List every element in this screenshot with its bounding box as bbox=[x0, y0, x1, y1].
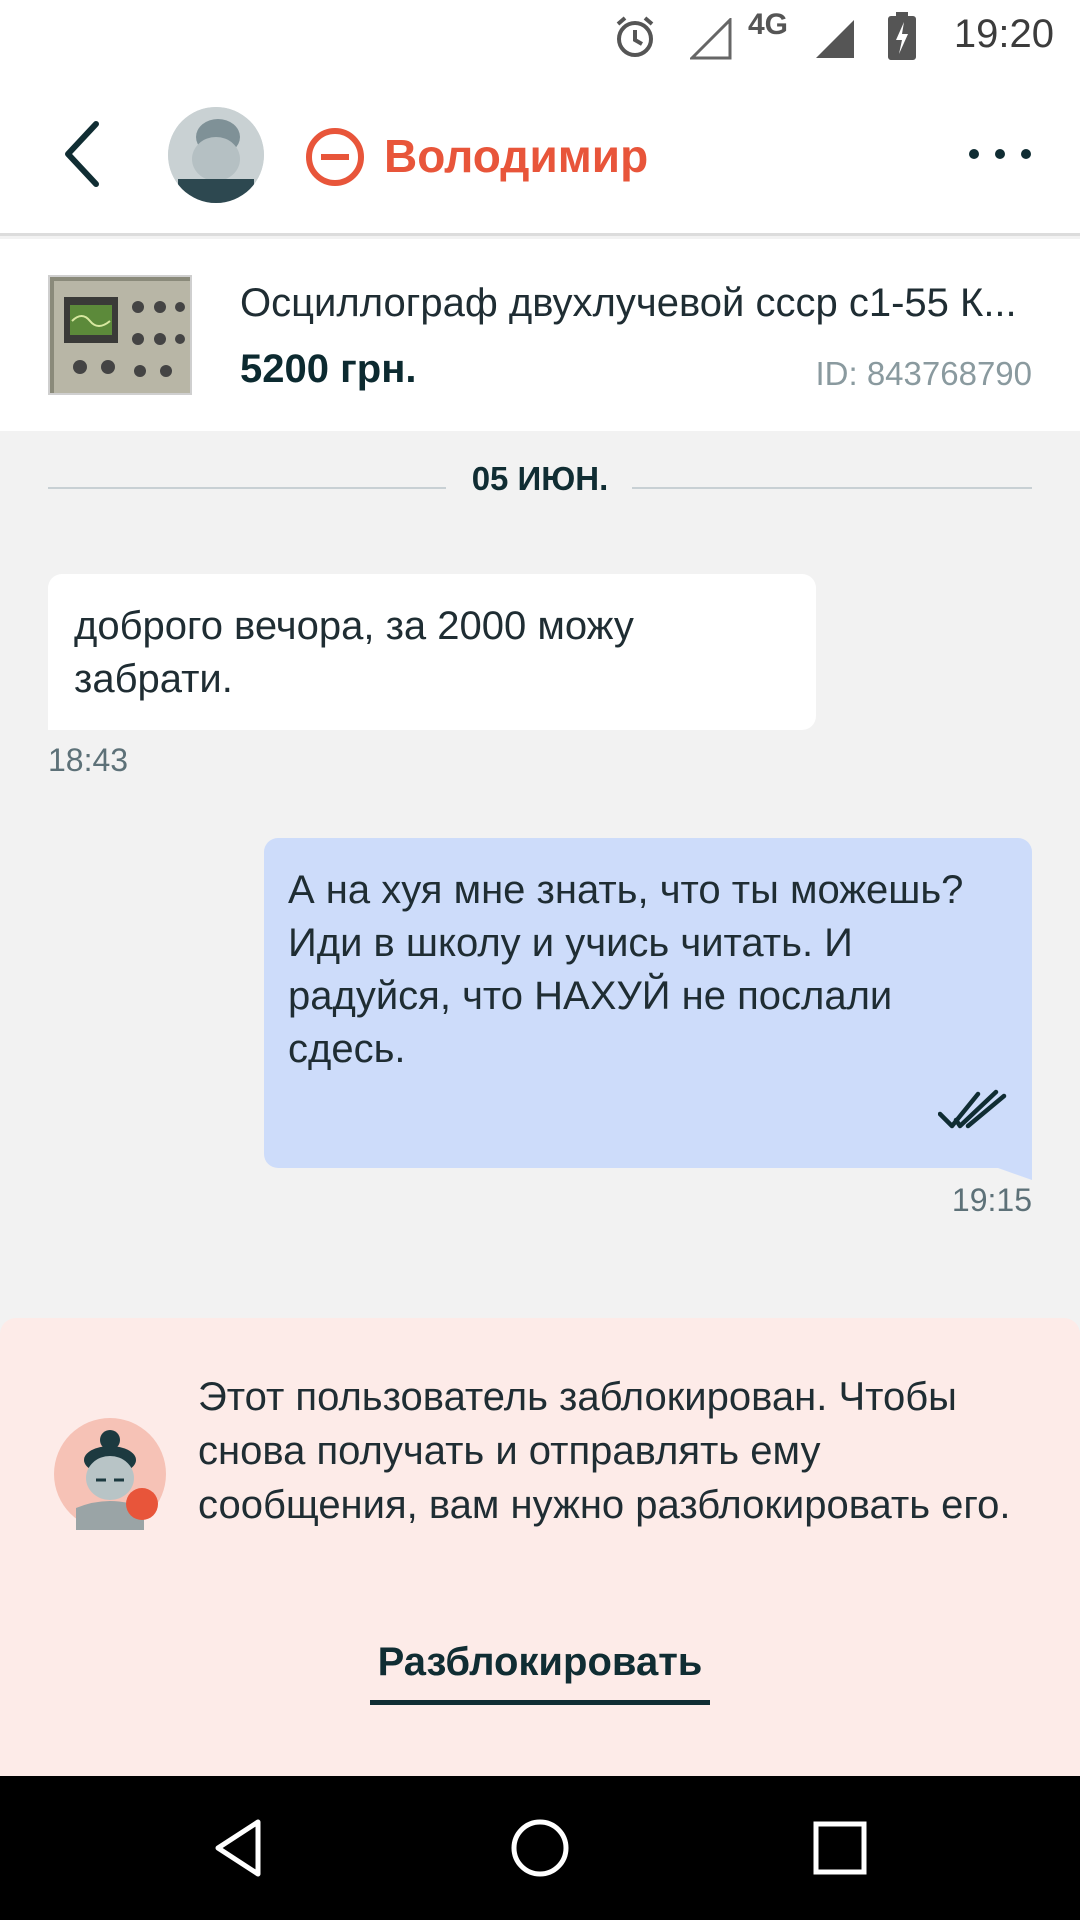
system-nav-bar bbox=[0, 1776, 1080, 1920]
message-text: А на хуя мне знать, что ты можешь? Иди в… bbox=[288, 868, 964, 1071]
listing-title: Осциллограф двухлучевой ссср с1-55 К... bbox=[240, 281, 1017, 325]
home-circle-icon[interactable] bbox=[508, 1816, 572, 1880]
date-separator: 05 ИЮН. bbox=[48, 454, 1032, 504]
alarm-icon bbox=[616, 16, 654, 57]
outgoing-message-bubble[interactable]: А на хуя мне знать, что ты можешь? Иди в… bbox=[264, 838, 1032, 1180]
listing-thumbnail bbox=[48, 275, 192, 395]
status-time: 19:20 bbox=[953, 12, 1054, 56]
signal-empty-icon bbox=[690, 18, 732, 60]
battery-charging-icon bbox=[888, 12, 916, 60]
message-time: 19:15 bbox=[951, 1182, 1032, 1218]
double-check-read-icon bbox=[938, 1089, 1007, 1129]
listing-price: 5200 грн. bbox=[240, 347, 417, 391]
blocked-user-illustration-icon bbox=[54, 1418, 166, 1530]
back-triangle-icon[interactable] bbox=[208, 1816, 272, 1880]
date-label: 05 ИЮН. bbox=[471, 460, 609, 497]
contact-avatar[interactable] bbox=[168, 107, 264, 203]
message-time: 18:43 bbox=[48, 742, 129, 778]
recents-square-icon[interactable] bbox=[808, 1816, 872, 1880]
divider bbox=[632, 487, 1032, 489]
back-button[interactable] bbox=[52, 114, 112, 194]
more-menu-button[interactable] bbox=[964, 136, 1036, 172]
chat-header: Володимир bbox=[0, 76, 1080, 236]
network-type-label: 4G bbox=[748, 8, 789, 41]
incoming-message-bubble[interactable]: доброго вечора, за 2000 можу забрати. bbox=[48, 574, 816, 730]
chat-screen: 4G 19:20 Володимир Осциллограф двухлучев… bbox=[0, 0, 1080, 1920]
signal-icon bbox=[816, 20, 854, 58]
contact-name[interactable]: Володимир bbox=[384, 126, 648, 186]
blocked-notice-text: Этот пользователь заблокирован. Чтобы сн… bbox=[198, 1375, 1011, 1527]
more-horizontal-icon bbox=[969, 149, 1031, 159]
listing-id: ID: 843768790 bbox=[815, 355, 1032, 392]
oscilloscope-image bbox=[50, 277, 190, 393]
blocked-user-panel: Этот пользователь заблокирован. Чтобы сн… bbox=[0, 1318, 1080, 1776]
unblock-button[interactable]: Разблокировать bbox=[370, 1636, 710, 1705]
blocked-minus-circle-icon bbox=[306, 128, 364, 186]
chevron-left-icon bbox=[65, 121, 99, 187]
person-avatar-icon bbox=[168, 107, 264, 203]
listing-card[interactable]: Осциллограф двухлучевой ссср с1-55 К... … bbox=[0, 239, 1080, 431]
message-text: доброго вечора, за 2000 можу забрати. bbox=[74, 604, 634, 701]
status-bar: 4G 19:20 bbox=[0, 0, 1080, 76]
bubble-tail bbox=[998, 1168, 1032, 1180]
